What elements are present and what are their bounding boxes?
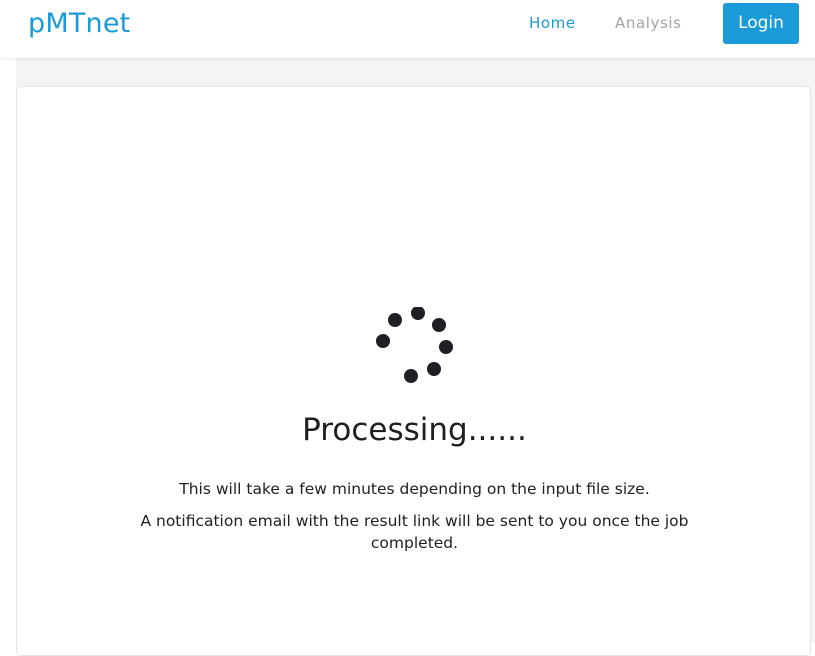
spinner-dot xyxy=(404,369,418,383)
spinner-dot xyxy=(411,307,425,320)
processing-card: Processing...... This will take a few mi… xyxy=(16,86,811,656)
spinner-dot xyxy=(439,340,453,354)
spinner-dot xyxy=(376,334,390,348)
navbar: pMTnet Home Analysis Login xyxy=(0,0,815,58)
processing-message-line1: This will take a few minutes depending o… xyxy=(179,480,650,498)
nav-link-analysis[interactable]: Analysis xyxy=(615,13,682,33)
login-button[interactable]: Login xyxy=(723,3,799,44)
spinner-dot xyxy=(432,318,446,332)
brand-logo[interactable]: pMTnet xyxy=(28,8,130,40)
loading-spinner-icon xyxy=(376,307,453,383)
spinner-dot xyxy=(427,362,441,376)
spinner-dot xyxy=(388,313,402,327)
processing-message-line2: A notification email with the result lin… xyxy=(140,512,689,552)
processing-title: Processing...... xyxy=(302,412,527,448)
nav-link-home[interactable]: Home xyxy=(529,13,576,33)
